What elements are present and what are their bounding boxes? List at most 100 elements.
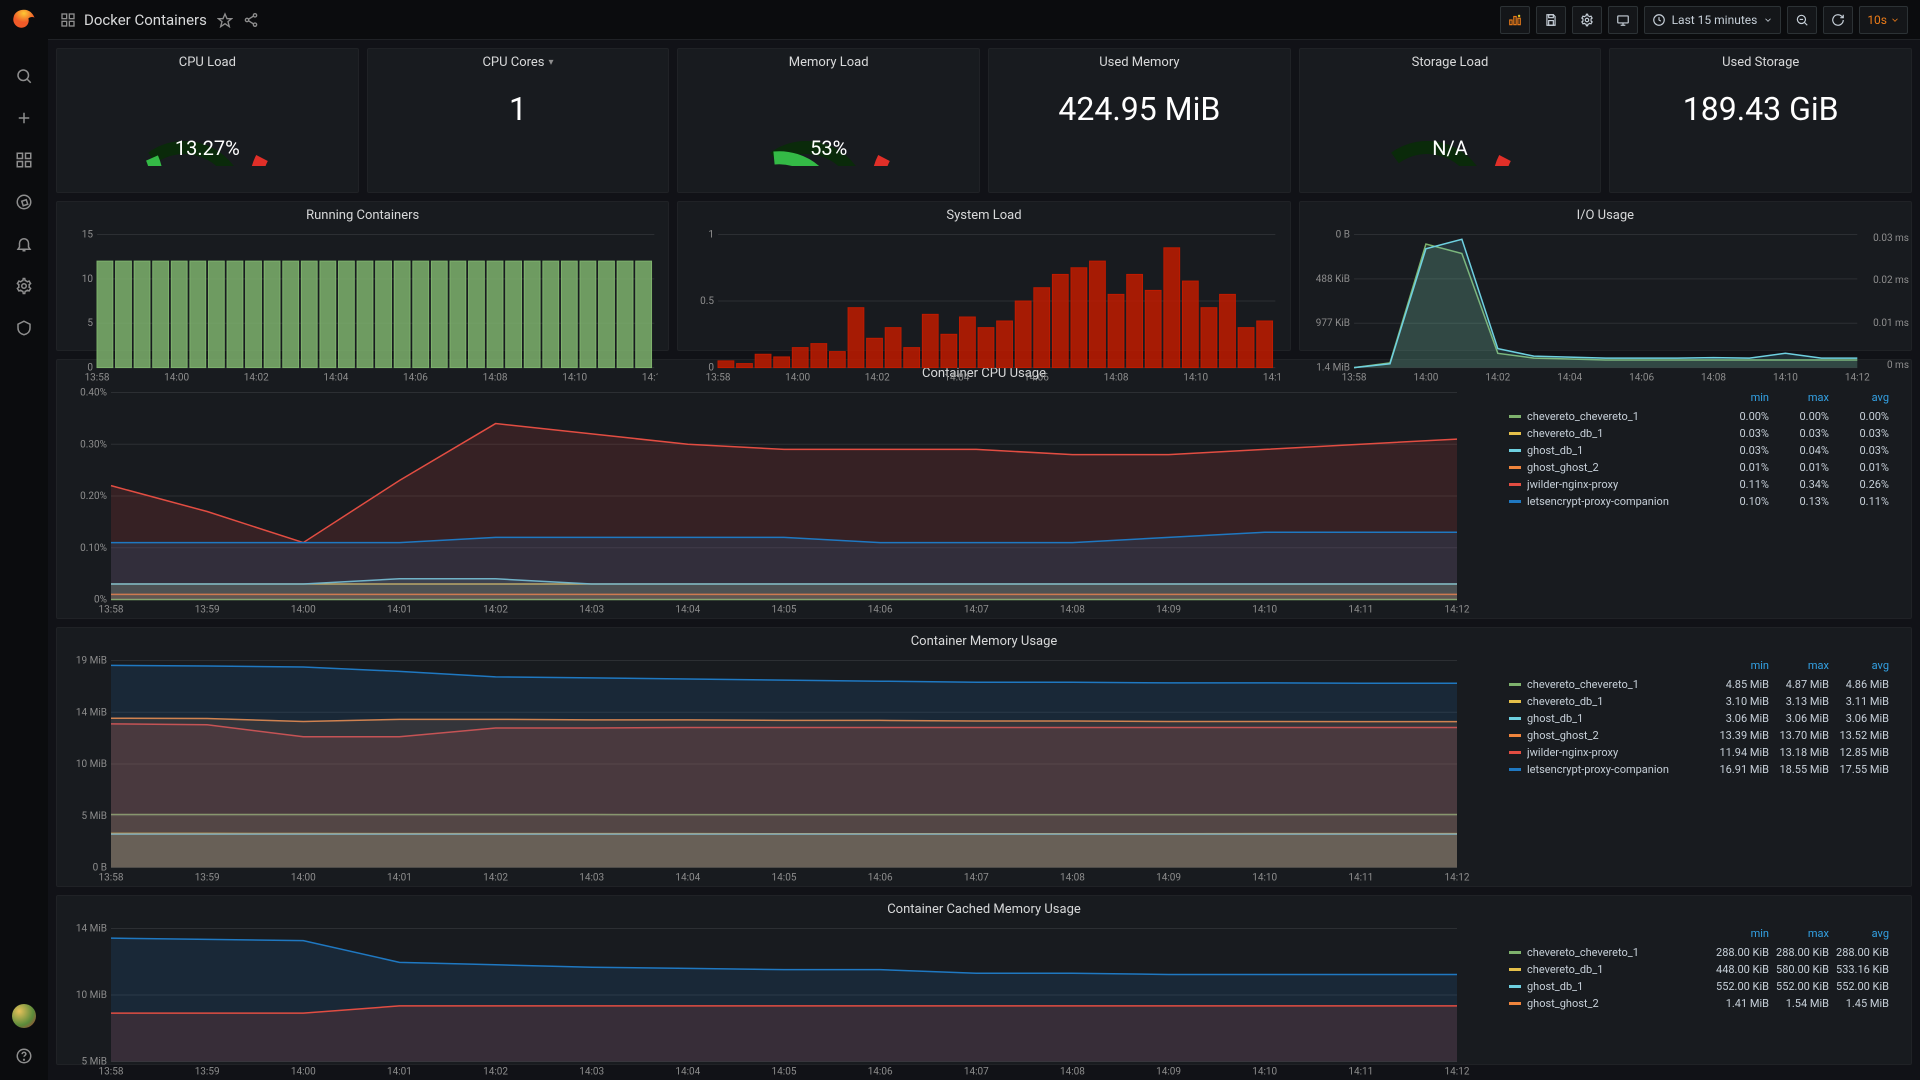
refresh-interval-button[interactable]: 10s [1859, 6, 1908, 34]
panel-memory-load[interactable]: Memory Load 53% [677, 48, 980, 193]
panel-title: Running Containers [57, 202, 668, 225]
stat-value: 189.43 GiB [1683, 90, 1839, 128]
legend-row[interactable]: ghost_ghost_21.41 MiB1.54 MiB1.45 MiB [1509, 995, 1889, 1012]
grafana-logo[interactable] [10, 8, 38, 36]
svg-text:13:58: 13:58 [99, 605, 124, 616]
search-icon[interactable] [14, 66, 34, 86]
refresh-button[interactable] [1823, 6, 1853, 34]
svg-text:14:08: 14:08 [1060, 873, 1085, 884]
panel-io-usage[interactable]: I/O Usage 1.4 MiB977 KiB488 KiB0 B13:581… [1299, 201, 1912, 351]
user-avatar[interactable] [12, 1004, 36, 1028]
panel-cpu-cores[interactable]: CPU Cores▾ 1 [367, 48, 670, 193]
explore-icon[interactable] [14, 192, 34, 212]
legend-row[interactable]: ghost_db_13.06 MiB3.06 MiB3.06 MiB [1509, 710, 1889, 727]
zoom-out-button[interactable] [1787, 6, 1817, 34]
svg-text:14:08: 14:08 [1060, 605, 1085, 616]
settings-button[interactable] [1572, 6, 1602, 34]
svg-text:14:09: 14:09 [1156, 873, 1181, 884]
alerting-icon[interactable] [14, 234, 34, 254]
gauge: N/A [1370, 76, 1530, 166]
svg-text:0.20%: 0.20% [80, 491, 107, 502]
server-admin-icon[interactable] [14, 318, 34, 338]
svg-text:14:09: 14:09 [1156, 605, 1181, 616]
legend-row[interactable]: jwilder-nginx-proxy11.94 MiB13.18 MiB12.… [1509, 744, 1889, 761]
svg-text:14:05: 14:05 [772, 1067, 797, 1078]
svg-text:14:05: 14:05 [772, 605, 797, 616]
legend-row[interactable]: chevereto_chevereto_1288.00 KiB288.00 Ki… [1509, 944, 1889, 961]
svg-text:14:09: 14:09 [1156, 1067, 1181, 1078]
svg-text:14:08: 14:08 [1060, 1067, 1085, 1078]
svg-text:10 MiB: 10 MiB [76, 990, 107, 1001]
panel-container-cached[interactable]: Container Cached Memory Usage 5 MiB10 Mi… [56, 895, 1912, 1065]
save-button[interactable] [1536, 6, 1566, 34]
svg-text:14:01: 14:01 [387, 1067, 412, 1078]
stat-value: 424.95 MiB [1058, 90, 1220, 128]
legend-row[interactable]: chevereto_chevereto_14.85 MiB4.87 MiB4.8… [1509, 676, 1889, 693]
panel-title: CPU Load [179, 49, 236, 72]
panel-container-mem[interactable]: Container Memory Usage 0 B5 MiB10 MiB14 … [56, 627, 1912, 887]
svg-text:0.10%: 0.10% [80, 543, 107, 554]
svg-text:14:10: 14:10 [1252, 1067, 1277, 1078]
panel-cpu-load[interactable]: CPU Load 13.27% [56, 48, 359, 193]
svg-text:14:10: 14:10 [1252, 873, 1277, 884]
svg-text:14:06: 14:06 [1024, 373, 1049, 384]
legend-row[interactable]: letsencrypt-proxy-companion0.10%0.13%0.1… [1509, 493, 1889, 510]
svg-text:14:00: 14:00 [291, 873, 316, 884]
svg-text:14:11: 14:11 [1348, 1067, 1373, 1078]
gauge: 13.27% [127, 76, 287, 166]
legend-row[interactable]: letsencrypt-proxy-companion16.91 MiB18.5… [1509, 761, 1889, 778]
legend-row[interactable]: ghost_ghost_20.01%0.01%0.01% [1509, 459, 1889, 476]
sidebar [0, 0, 48, 1080]
svg-text:5 MiB: 5 MiB [82, 811, 108, 822]
panel-storage-load[interactable]: Storage Load N/A [1299, 48, 1602, 193]
svg-text:13:58: 13:58 [706, 373, 731, 384]
svg-text:14:02: 14:02 [865, 373, 890, 384]
svg-text:14:03: 14:03 [579, 605, 604, 616]
dashboard-title: Docker Containers [84, 11, 207, 29]
svg-text:14:10: 14:10 [1184, 373, 1209, 384]
gauge: 53% [749, 76, 909, 166]
svg-text:10 MiB: 10 MiB [76, 759, 107, 770]
breadcrumb[interactable]: Docker Containers [60, 11, 207, 29]
svg-text:14 MiB: 14 MiB [76, 924, 107, 935]
legend-row[interactable]: ghost_ghost_213.39 MiB13.70 MiB13.52 MiB [1509, 727, 1889, 744]
panel-used-memory[interactable]: Used Memory 424.95 MiB [988, 48, 1291, 193]
svg-text:14:12: 14:12 [1845, 373, 1870, 384]
svg-text:14:07: 14:07 [964, 605, 989, 616]
star-icon[interactable] [217, 12, 233, 28]
legend-row[interactable]: chevereto_db_13.10 MiB3.13 MiB3.11 MiB [1509, 693, 1889, 710]
svg-text:14:02: 14:02 [483, 1067, 508, 1078]
svg-text:14:08: 14:08 [483, 373, 508, 384]
panel-used-storage[interactable]: Used Storage 189.43 GiB [1609, 48, 1912, 193]
plus-icon[interactable] [14, 108, 34, 128]
svg-text:14:02: 14:02 [244, 373, 269, 384]
panel-container-cpu[interactable]: Container CPU Usage 0%0.10%0.20%0.30%0.4… [56, 359, 1912, 619]
svg-text:14:00: 14:00 [786, 373, 811, 384]
legend-row[interactable]: ghost_db_10.03%0.04%0.03% [1509, 442, 1889, 459]
svg-text:14:00: 14:00 [291, 1067, 316, 1078]
legend-row[interactable]: ghost_db_1552.00 KiB552.00 KiB552.00 KiB [1509, 978, 1889, 995]
dashboard-content: CPU Load 13.27% CPU Cores▾ 1 Memory Load… [48, 40, 1920, 1080]
help-icon[interactable] [14, 1046, 34, 1066]
svg-text:14:10: 14:10 [562, 373, 587, 384]
svg-text:14:07: 14:07 [964, 1067, 989, 1078]
stat-value: 1 [509, 90, 527, 128]
svg-text:14:04: 14:04 [323, 373, 348, 384]
legend-row[interactable]: chevereto_db_1448.00 KiB580.00 KiB533.16… [1509, 961, 1889, 978]
legend-row[interactable]: chevereto_chevereto_10.00%0.00%0.00% [1509, 408, 1889, 425]
svg-text:14 MiB: 14 MiB [76, 707, 107, 718]
configuration-icon[interactable] [14, 276, 34, 296]
svg-text:10: 10 [82, 274, 94, 285]
add-panel-button[interactable] [1500, 6, 1530, 34]
dashboards-icon [60, 12, 76, 28]
time-range-button[interactable]: Last 15 minutes [1644, 6, 1782, 34]
panel-system-load[interactable]: System Load 00.5113:5814:0014:0214:0414:… [677, 201, 1290, 351]
share-icon[interactable] [243, 12, 259, 28]
panel-running-containers[interactable]: Running Containers 05101513:5814:0014:02… [56, 201, 669, 351]
svg-text:14:04: 14:04 [675, 605, 700, 616]
legend-row[interactable]: jwilder-nginx-proxy0.11%0.34%0.26% [1509, 476, 1889, 493]
legend-row[interactable]: chevereto_db_10.03%0.03%0.03% [1509, 425, 1889, 442]
dashboards-icon[interactable] [14, 150, 34, 170]
svg-text:0.40%: 0.40% [80, 388, 107, 399]
tv-mode-button[interactable] [1608, 6, 1638, 34]
